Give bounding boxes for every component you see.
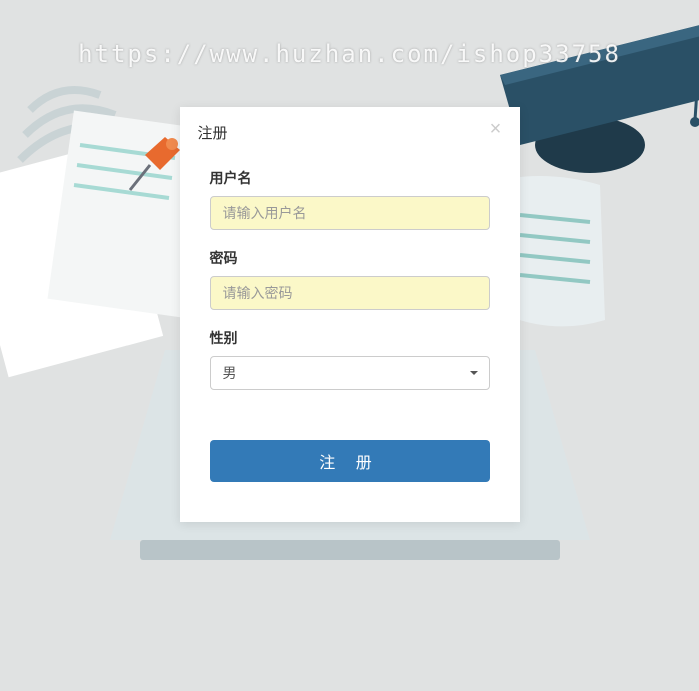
watermark-text: https://www.huzhan.com/ishop33758 [78,40,621,68]
password-input[interactable] [210,276,490,310]
username-group: 用户名 [210,168,490,230]
modal-header: 注册 × [180,107,520,158]
close-icon[interactable]: × [486,119,506,139]
modal-body: 用户名 密码 性别 男 注 册 [180,158,520,522]
register-modal: 注册 × 用户名 密码 性别 男 注 册 [180,107,520,522]
gender-label: 性别 [210,328,490,348]
register-button[interactable]: 注 册 [210,440,490,482]
modal-title: 注册 [198,125,228,142]
username-label: 用户名 [210,168,490,188]
gender-select-wrapper[interactable]: 男 [210,356,490,390]
gender-group: 性别 男 [210,328,490,390]
password-label: 密码 [210,248,490,268]
password-group: 密码 [210,248,490,310]
username-input[interactable] [210,196,490,230]
gender-select[interactable]: 男 [210,356,490,390]
